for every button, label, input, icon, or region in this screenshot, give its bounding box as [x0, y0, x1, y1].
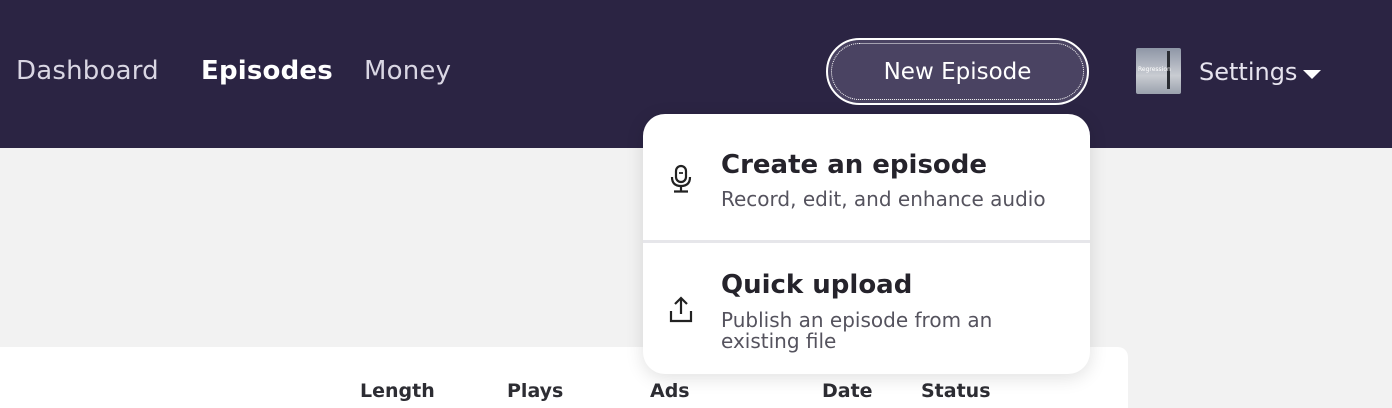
podcast-avatar[interactable]: Regression: [1136, 48, 1181, 94]
avatar-text: Regression: [1138, 66, 1171, 73]
settings-label: Settings: [1199, 58, 1298, 86]
dropdown-item-description: Record, edit, and enhance audio: [721, 187, 1046, 211]
new-episode-button[interactable]: New Episode: [826, 38, 1089, 105]
column-header-length[interactable]: Length: [360, 380, 435, 402]
microphone-icon: [670, 164, 692, 193]
column-header-ads[interactable]: Ads: [650, 380, 690, 402]
dropdown-item-title: Quick upload: [721, 270, 913, 300]
nav-episodes[interactable]: Episodes: [201, 56, 333, 86]
dropdown-item-title: Create an episode: [721, 150, 988, 180]
settings-menu[interactable]: Settings: [1199, 58, 1322, 86]
column-header-status[interactable]: Status: [921, 380, 991, 402]
caret-down-icon: [1303, 69, 1322, 79]
nav-money[interactable]: Money: [364, 56, 451, 86]
dropdown-item-create-episode[interactable]: Create an episode Record, edit, and enha…: [643, 114, 1090, 240]
dropdown-item-description: Publish an episode from an existing file: [721, 308, 993, 353]
dropdown-item-quick-upload[interactable]: Quick upload Publish an episode from an …: [643, 243, 1090, 374]
column-header-date[interactable]: Date: [822, 380, 873, 402]
nav-dashboard[interactable]: Dashboard: [16, 56, 159, 86]
column-header-plays[interactable]: Plays: [507, 380, 563, 402]
upload-icon: [669, 296, 693, 323]
new-episode-label: New Episode: [831, 43, 1084, 100]
new-episode-dropdown: Create an episode Record, edit, and enha…: [643, 114, 1090, 374]
